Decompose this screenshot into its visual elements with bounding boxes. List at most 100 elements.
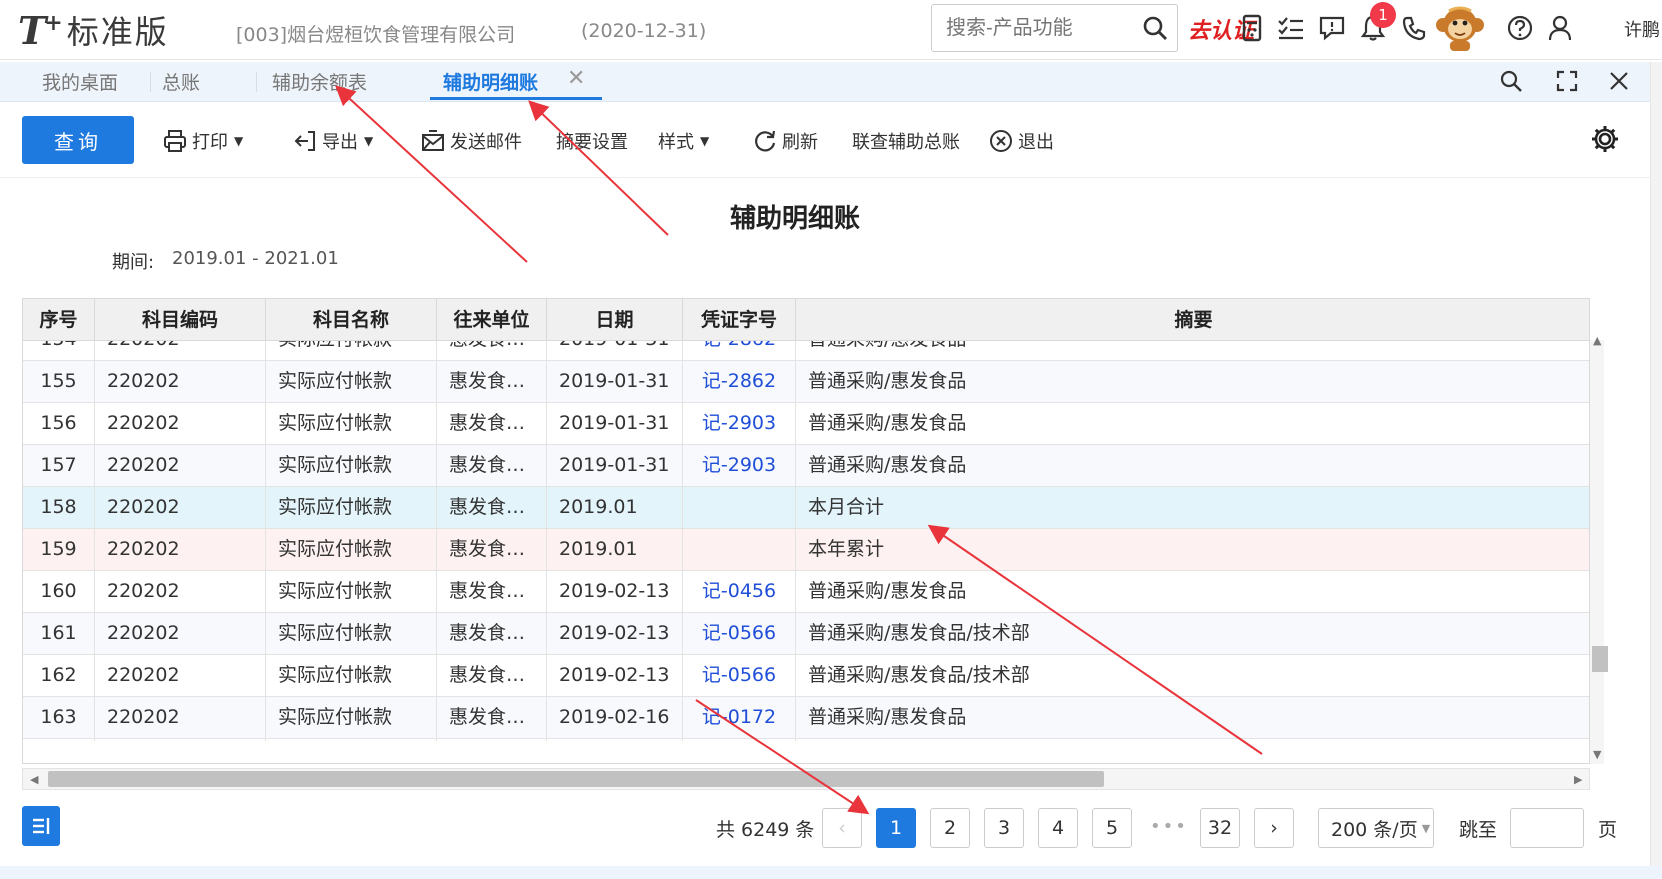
cell-partner: 惠发食… [437, 739, 547, 741]
cell-account-name: 实际应付帐款 [266, 341, 437, 361]
cell-voucher[interactable]: 记-2862 [683, 361, 796, 403]
toolbar: 查询 打印 ▼ 导出 ▼ 发送邮件 摘要设置 样式 ▼ 刷新 联查辅助总账 退出 [0, 102, 1650, 178]
vertical-scroll-thumb[interactable] [1592, 646, 1608, 672]
cell-account-name: 实际应付帐款 [266, 361, 437, 403]
gear-icon[interactable] [1590, 124, 1620, 154]
col-header-account-name[interactable]: 科目名称 [266, 299, 437, 341]
page-button-last[interactable]: 32 [1200, 808, 1240, 848]
send-mail-button[interactable]: 发送邮件 [420, 128, 522, 154]
table-row[interactable]: 163 220202 实际应付帐款 惠发食… 2019-02-16 记-0172 普通采购/… [23, 697, 1589, 739]
tab-close-icon[interactable]: ✕ [567, 66, 585, 91]
page-button-2[interactable]: 2 [930, 808, 970, 848]
exit-button[interactable]: 退出 [988, 128, 1054, 154]
table-row[interactable]: 154220202实际应付帐款惠发食…2019-01-31记-2862普通采购/… [23, 341, 1589, 361]
col-header-voucher[interactable]: 凭证字号 [683, 299, 796, 341]
tab-separator [256, 72, 257, 92]
help-icon[interactable] [1504, 12, 1536, 44]
message-icon[interactable] [1316, 12, 1348, 44]
cell-summary: 普通采购/惠发食品 [808, 370, 967, 392]
col-header-date[interactable]: 日期 [547, 299, 683, 341]
export-button[interactable]: 导出 ▼ [292, 128, 373, 154]
cell-seq: 157 [23, 445, 95, 487]
search-icon[interactable] [1141, 14, 1169, 42]
table-row[interactable]: 160 220202 实际应付帐款 惠发食… 2019-02-13 记-0456 普通采购/… [23, 571, 1589, 613]
horizontal-scroll-thumb[interactable] [48, 771, 1104, 787]
month-total-row[interactable]: 158 220202 实际应付帐款 惠发食… 2019.01 本月合计 [23, 487, 1589, 529]
cell-voucher[interactable]: 记-0566 [683, 613, 796, 655]
fullscreen-icon[interactable] [1552, 66, 1582, 96]
chevron-down-icon: ▼ [700, 134, 710, 148]
summary-setting-button[interactable]: 摘要设置 [556, 128, 628, 154]
page-button-1[interactable]: 1 [876, 808, 916, 848]
table-row[interactable]: 164220202实际应付帐款惠发食…2019-02-16记-0172普通采购/… [23, 739, 1589, 741]
table-row[interactable]: 157 220202 实际应付帐款 惠发食… 2019-01-31 记-2903 普通采购/… [23, 445, 1589, 487]
table-row[interactable]: 162 220202 实际应付帐款 惠发食… 2019-02-13 记-0566 普通采购/… [23, 655, 1589, 697]
page-button-3[interactable]: 3 [984, 808, 1024, 848]
table-row[interactable]: 155 220202 实际应付帐款 惠发食… 2019-01-31 记-2862 普通采购/… [23, 361, 1589, 403]
cell-voucher[interactable]: 记-0566 [683, 655, 796, 697]
cell-date: 2019-01-31 [547, 361, 683, 403]
cell-summary: 本月合计 [808, 496, 885, 518]
column-settings-icon[interactable] [22, 806, 60, 846]
calculator-icon[interactable] [1236, 12, 1268, 44]
cell-seq: 164 [23, 739, 95, 741]
scroll-right-icon[interactable]: ▶ [1574, 773, 1582, 786]
style-button[interactable]: 样式 ▼ [658, 128, 709, 154]
query-button[interactable]: 查询 [22, 116, 134, 164]
chevron-down-icon: ▼ [1421, 821, 1431, 835]
next-page-button[interactable]: › [1254, 808, 1294, 848]
refresh-button[interactable]: 刷新 [752, 128, 818, 154]
cell-date: 2019-02-13 [547, 613, 683, 655]
cell-account-code: 220202 [95, 529, 266, 571]
cell-account-name: 实际应付帐款 [266, 739, 437, 741]
bottom-strip [0, 866, 1662, 879]
cell-voucher[interactable]: 记-0172 [683, 739, 796, 741]
table-row[interactable]: 156 220202 实际应付帐款 惠发食… 2019-01-31 记-2903 普通采购/… [23, 403, 1589, 445]
cell-summary: 普通采购/惠发食品 [808, 454, 967, 476]
tab-my-desktop[interactable]: 我的桌面 [42, 68, 118, 98]
table-row[interactable]: 161 220202 实际应付帐款 惠发食… 2019-02-13 记-0566 普通采购/… [23, 613, 1589, 655]
cell-voucher[interactable]: 记-2903 [683, 403, 796, 445]
print-button[interactable]: 打印 ▼ [162, 128, 243, 154]
linked-aux-ledger-button[interactable]: 联查辅助总账 [852, 128, 960, 154]
task-list-icon[interactable] [1275, 12, 1307, 44]
vertical-scrollbar[interactable] [1590, 340, 1604, 764]
cell-seq: 161 [23, 613, 95, 655]
user-icon[interactable] [1544, 12, 1576, 44]
scroll-down-icon[interactable]: ▼ [1593, 748, 1601, 761]
export-label: 导出 [322, 132, 358, 153]
cell-voucher[interactable]: 记-0456 [683, 571, 796, 613]
search-input[interactable] [932, 5, 1132, 51]
tab-search-icon[interactable] [1496, 66, 1526, 96]
cell-date: 2019-02-16 [547, 739, 683, 741]
col-header-partner[interactable]: 往来单位 [437, 299, 547, 341]
total-count: 共 6249 条 [716, 819, 815, 841]
cell-account-code: 220202 [95, 739, 266, 741]
page-button-5[interactable]: 5 [1092, 808, 1132, 848]
product-edition: 标准版 [66, 13, 169, 51]
page-button-4[interactable]: 4 [1038, 808, 1078, 848]
cell-account-name: 实际应付帐款 [266, 571, 437, 613]
col-header-summary[interactable]: 摘要 [796, 299, 1589, 341]
close-all-icon[interactable] [1604, 66, 1634, 96]
user-name[interactable]: 许鹏 [1624, 16, 1660, 42]
tab-aux-detail-ledger[interactable]: 辅助明细账 [443, 68, 538, 98]
page-ellipsis[interactable]: ••• [1150, 816, 1188, 837]
page-size-select[interactable]: 200 条/页 ▼ [1318, 808, 1434, 848]
scroll-left-icon[interactable]: ◀ [30, 773, 38, 786]
cell-voucher[interactable]: 记-0172 [683, 697, 796, 739]
tab-general-ledger[interactable]: 总账 [162, 68, 200, 98]
col-header-seq[interactable]: 序号 [23, 299, 95, 341]
tab-aux-balance[interactable]: 辅助余额表 [272, 68, 367, 98]
style-label: 样式 [658, 132, 694, 153]
prev-page-button[interactable]: ‹ [822, 808, 862, 848]
page-size-label: 200 条/页 [1331, 818, 1418, 841]
cell-voucher[interactable]: 记-2903 [683, 445, 796, 487]
cell-voucher[interactable]: 记-2862 [683, 341, 796, 361]
scroll-up-icon[interactable]: ▲ [1593, 334, 1601, 347]
monkey-avatar-icon[interactable] [1434, 2, 1486, 54]
year-total-row[interactable]: 159 220202 实际应付帐款 惠发食… 2019.01 本年累计 [23, 529, 1589, 571]
phone-icon[interactable] [1398, 12, 1430, 44]
jump-page-input[interactable] [1510, 808, 1584, 848]
col-header-account-code[interactable]: 科目编码 [95, 299, 266, 341]
